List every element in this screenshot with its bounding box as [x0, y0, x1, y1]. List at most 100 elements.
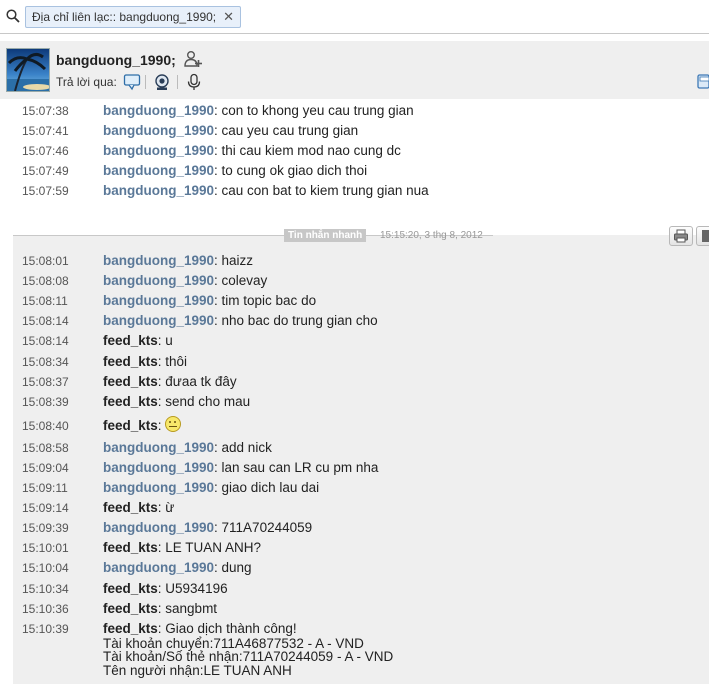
- message-sender[interactable]: bangduong_1990: [103, 460, 214, 475]
- message-sender[interactable]: bangduong_1990: [103, 123, 214, 138]
- message-body: feed_kts: U5934196: [103, 579, 228, 599]
- message-time: 15:08:34: [22, 354, 69, 369]
- message-time: 15:08:14: [22, 334, 69, 349]
- message-time: 15:10:34: [22, 581, 69, 596]
- message-text: : Giao dịch thành công!: [157, 620, 297, 636]
- message-time: 15:09:14: [22, 501, 69, 516]
- message-sender[interactable]: feed_kts: [103, 601, 158, 616]
- save-icon[interactable]: [696, 73, 709, 89]
- microphone-icon[interactable]: [185, 73, 203, 91]
- message-sender[interactable]: bangduong_1990: [103, 313, 214, 328]
- message-text: : LE TUAN ANH?: [157, 540, 262, 556]
- message-sender[interactable]: bangduong_1990: [103, 103, 214, 118]
- more-options-button[interactable]: [696, 226, 709, 246]
- message-row: 15:08:14 bangduong_1990: nho bac do trung…: [0, 311, 700, 331]
- contact-filter-chip-label: Địa chỉ liên lạc:: bangduong_1990;: [32, 10, 217, 24]
- message-sender[interactable]: feed_kts: [103, 333, 158, 348]
- message-body: feed_kts: đưaa tk đây: [103, 372, 237, 392]
- message-sender[interactable]: bangduong_1990: [103, 273, 214, 288]
- message-time: 15:09:39: [22, 521, 69, 536]
- message-sender[interactable]: feed_kts: [103, 418, 158, 433]
- message-text: : con to khong yeu cau trung gian: [214, 103, 414, 118]
- message-time: 15:08:58: [22, 440, 69, 455]
- neutral-face-emoji-icon: [165, 415, 182, 432]
- session-divider-timestamp: 15:15:20, 3 thg 8, 2012: [380, 230, 483, 241]
- message-time: 15:08:37: [22, 374, 69, 389]
- message-text: : sangbmt: [157, 600, 218, 616]
- message-time: 15:09:11: [22, 481, 68, 495]
- message-sender[interactable]: feed_kts: [103, 581, 158, 596]
- print-button[interactable]: [669, 226, 693, 246]
- message-row: 15:07:41 bangduong_1990: cau yeu cau trun…: [0, 121, 700, 141]
- add-contact-icon[interactable]: [184, 50, 202, 68]
- avatar[interactable]: [6, 48, 50, 92]
- message-body: feed_kts: ừ: [103, 498, 174, 518]
- reply-separator: [177, 75, 178, 89]
- message-sender[interactable]: feed_kts: [103, 354, 158, 369]
- message-body: bangduong_1990: thi cau kiem mod nao cun…: [103, 141, 401, 161]
- message-text: : thi cau kiem mod nao cung dc: [214, 143, 401, 158]
- message-row: 15:10:34 feed_kts: U5934196: [0, 579, 700, 599]
- message-body: feed_kts: u: [103, 331, 173, 351]
- message-text: : cau con bat to kiem trung gian nua: [214, 183, 429, 198]
- contact-header: bangduong_1990; Trả lời qua:: [0, 41, 709, 99]
- message-body: bangduong_1990: 711A70244059: [103, 518, 312, 538]
- message-time: 15:07:38: [22, 104, 69, 118]
- message-body: bangduong_1990: cau con bat to kiem trun…: [103, 181, 429, 201]
- message-sender[interactable]: bangduong_1990: [103, 520, 214, 535]
- message-time: 15:08:11: [22, 294, 68, 309]
- message-row: 15:08:58 bangduong_1990: add nick: [0, 438, 700, 458]
- message-sender[interactable]: bangduong_1990: [103, 143, 214, 158]
- message-body: bangduong_1990: con to khong yeu cau tru…: [103, 101, 414, 121]
- message-sender[interactable]: feed_kts: [103, 500, 158, 515]
- message-row: 15:09:14 feed_kts: ừ: [0, 498, 700, 518]
- webcam-icon[interactable]: [153, 73, 171, 91]
- message-text: : 711A70244059: [214, 520, 313, 536]
- message-time: 15:09:04: [22, 460, 69, 475]
- contact-filter-chip[interactable]: Địa chỉ liên lạc:: bangduong_1990; ✕: [25, 6, 242, 28]
- session-divider-label: Tin nhắn nhanh: [284, 229, 367, 242]
- message-time: 15:07:49: [22, 164, 69, 178]
- message-body: bangduong_1990: colevay: [103, 271, 267, 291]
- message-sender[interactable]: bangduong_1990: [103, 440, 214, 455]
- message-sender[interactable]: bangduong_1990: [103, 183, 214, 198]
- message-body: bangduong_1990: lan sau can LR cu pm nha: [103, 458, 378, 478]
- search-icon[interactable]: [6, 9, 20, 23]
- message-sender[interactable]: feed_kts: [103, 394, 158, 409]
- message-row: 15:07:49 bangduong_1990: to cung ok giao …: [0, 161, 700, 181]
- message-row: 15:08:08 bangduong_1990: colevay: [0, 271, 700, 291]
- message-row: 15:08:40 feed_kts:: [0, 415, 700, 436]
- chat-bubble-icon[interactable]: [123, 73, 141, 91]
- message-text: : U5934196: [157, 580, 228, 596]
- message-sender[interactable]: bangduong_1990: [103, 560, 214, 575]
- message-text: : ừ: [157, 500, 175, 516]
- message-body: feed_kts:: [103, 415, 182, 436]
- message-text: : to cung ok giao dich thoi: [214, 163, 368, 178]
- message-sender[interactable]: feed_kts: [103, 621, 158, 636]
- message-text: : giao dich lau dai: [214, 480, 320, 495]
- message-body: bangduong_1990: giao dich lau dai: [103, 478, 319, 498]
- message-sender[interactable]: bangduong_1990: [103, 480, 214, 495]
- message-row: 15:09:11 bangduong_1990: giao dich lau da…: [0, 478, 700, 498]
- message-row: 15:08:11 bangduong_1990: tim topic bac do: [0, 291, 700, 311]
- message-time: 15:08:08: [22, 274, 69, 289]
- message-row: 15:09:04 bangduong_1990: lan sau can LR c…: [0, 458, 700, 478]
- message-sender[interactable]: bangduong_1990: [103, 293, 214, 308]
- message-text: :: [157, 417, 166, 433]
- message-time: 15:08:39: [22, 394, 69, 409]
- close-icon[interactable]: ✕: [223, 9, 234, 25]
- message-body: feed_kts: send cho mau: [103, 392, 250, 412]
- message-body: bangduong_1990: add nick: [103, 438, 272, 458]
- message-sender[interactable]: bangduong_1990: [103, 163, 214, 178]
- message-body: bangduong_1990: haizz: [103, 251, 253, 271]
- message-sender[interactable]: feed_kts: [103, 374, 158, 389]
- message-body: feed_kts: thôi: [103, 352, 187, 372]
- message-text: : tim topic bac do: [214, 293, 317, 309]
- message-text: : lan sau can LR cu pm nha: [214, 459, 379, 475]
- message-sender[interactable]: feed_kts: [103, 540, 158, 555]
- message-text: : colevay: [214, 273, 268, 289]
- search-bar: Địa chỉ liên lạc:: bangduong_1990; ✕: [0, 0, 709, 34]
- message-row: 15:08:37 feed_kts: đưaa tk đây: [0, 372, 700, 392]
- message-sender[interactable]: bangduong_1990: [103, 253, 214, 268]
- message-text: : nho bac do trung gian cho: [214, 313, 378, 329]
